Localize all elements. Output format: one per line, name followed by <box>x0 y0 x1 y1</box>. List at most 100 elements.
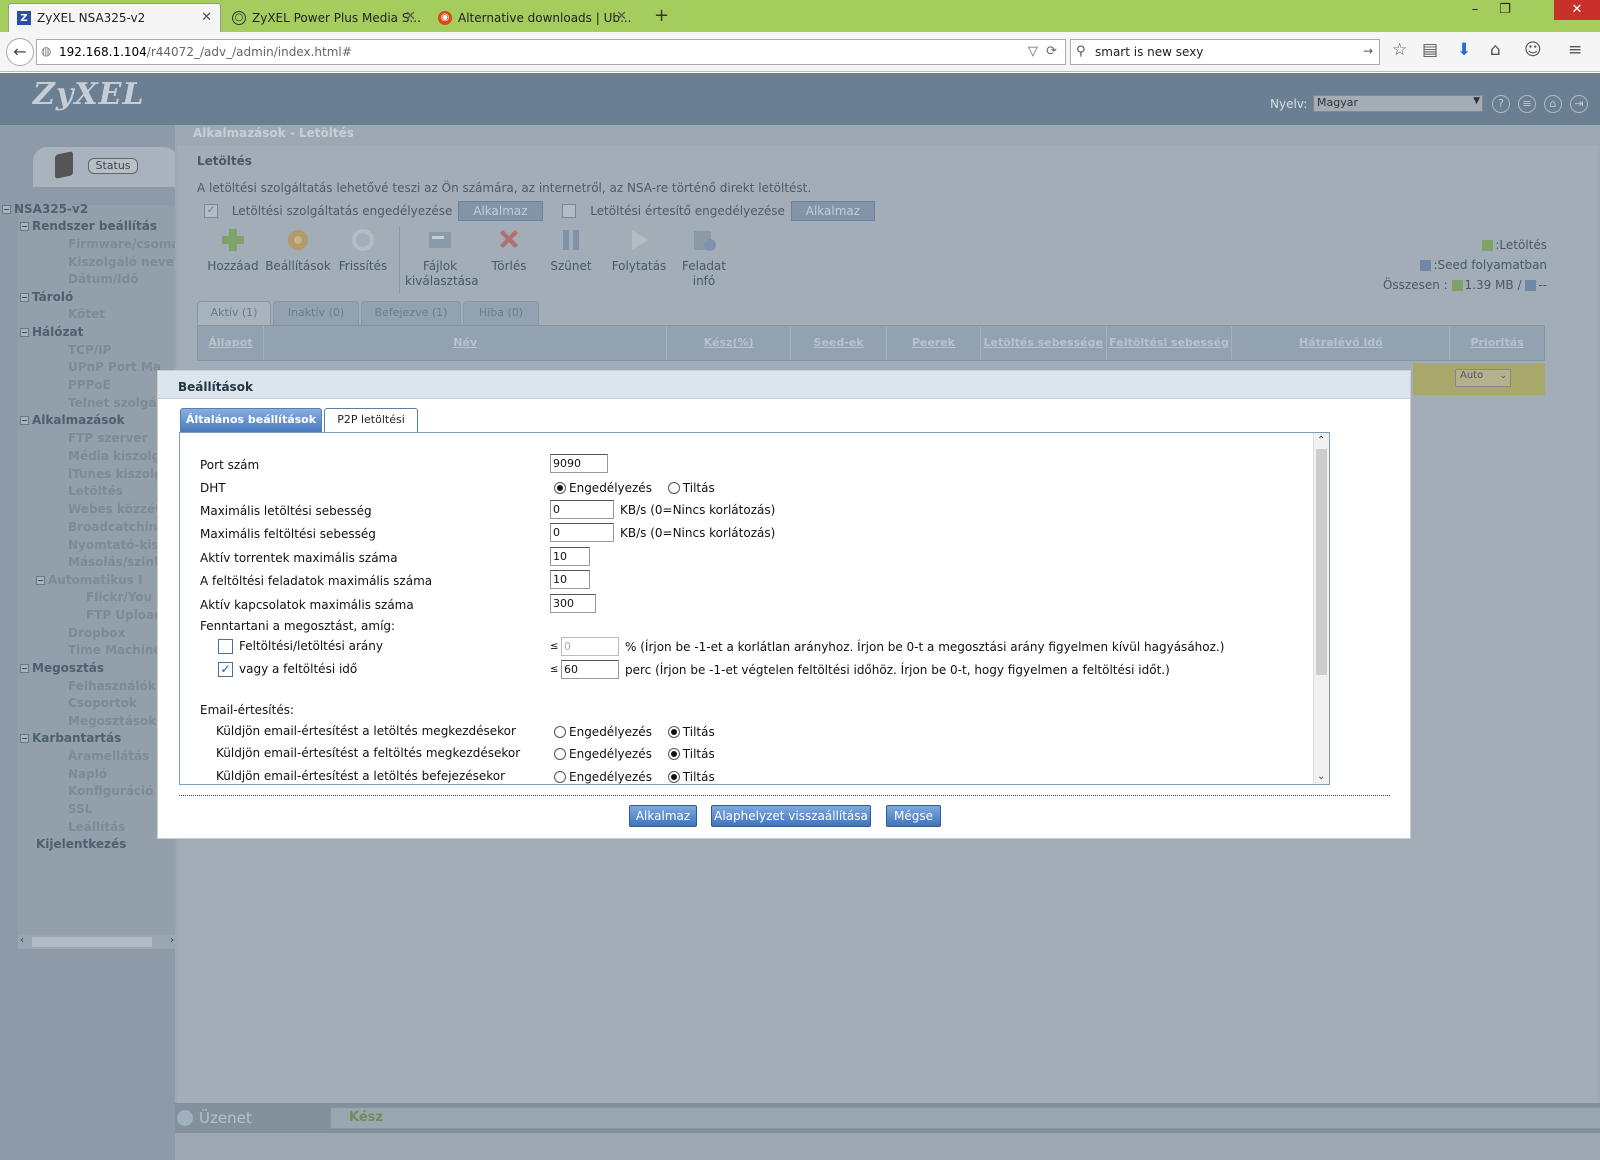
tree-item[interactable]: Kiszolgáló neve <box>68 255 178 269</box>
port-input[interactable]: 9090 <box>550 454 608 473</box>
tree-item[interactable]: − Hálózat <box>20 325 178 339</box>
browser-tab-zyxel[interactable]: Z ZyXEL NSA325-v2 ✕ <box>8 3 221 32</box>
email-download-done-enable-radio[interactable] <box>554 771 566 783</box>
reading-list-icon[interactable]: ▤ <box>1422 40 1438 60</box>
seed-time-checkbox[interactable]: ✓ <box>218 662 233 677</box>
collapse-icon[interactable]: − <box>2 205 11 214</box>
tree-item[interactable]: − Megosztás <box>20 661 178 675</box>
language-select[interactable]: Magyar ▼ <box>1313 95 1483 112</box>
scroll-left-icon[interactable]: ‹ <box>20 935 24 946</box>
reload-icon[interactable]: ▽ ⟳ <box>1028 44 1057 59</box>
collapse-icon[interactable]: − <box>36 576 45 585</box>
tree-item[interactable]: − NSA325-v2 <box>2 202 178 216</box>
search-input[interactable]: smart is new sexy <box>1095 45 1203 59</box>
dht-enable-radio[interactable] <box>554 482 566 494</box>
column-seeds[interactable]: Seed-ek <box>791 326 887 360</box>
close-tab-icon[interactable]: ✕ <box>616 9 627 24</box>
max-upload-input[interactable]: 0 <box>550 523 614 542</box>
list-icon[interactable]: ≡ <box>1518 95 1536 113</box>
cancel-button[interactable]: Mégse <box>886 805 941 827</box>
tree-item[interactable]: − Rendszer beállítás <box>20 219 178 233</box>
minimize-icon[interactable]: – <box>1460 2 1490 17</box>
logout-icon[interactable]: ⇥ <box>1570 95 1588 113</box>
settings-button[interactable]: Beállítások <box>265 227 331 274</box>
max-torrents-input[interactable]: 10 <box>550 547 590 566</box>
chat-icon[interactable]: ☺ <box>1524 40 1542 60</box>
tree-item[interactable]: Dátum/Idő <box>68 272 178 286</box>
bookmark-star-icon[interactable]: ☆ <box>1392 40 1407 60</box>
browser-tab-media[interactable]: ○ ZyXEL Power Plus Media S... ✕ <box>224 3 424 32</box>
tree-item[interactable]: TCP/IP <box>68 343 178 357</box>
tree-horizontal-scrollbar[interactable]: ‹ › <box>18 935 178 949</box>
tree-item[interactable]: − Alkalmazások <box>20 413 178 427</box>
tree-item[interactable]: Firmware/csoma <box>68 237 178 251</box>
column-remaining-time[interactable]: Hátralévő idő <box>1232 326 1451 360</box>
reset-defaults-button[interactable]: Alaphelyzet visszaállítása <box>711 805 871 827</box>
column-priority[interactable]: Prioritás <box>1450 326 1544 360</box>
column-status[interactable]: Állapot <box>198 326 264 360</box>
collapse-icon[interactable]: − <box>20 664 29 673</box>
seed-time-input[interactable]: 60 <box>561 660 619 679</box>
download-icon[interactable]: ⬇ <box>1457 40 1471 60</box>
collapse-icon[interactable]: − <box>20 293 29 302</box>
close-tab-icon[interactable]: ✕ <box>201 10 212 25</box>
resume-button[interactable]: Folytatás <box>611 227 667 274</box>
home-icon[interactable]: ⌂ <box>1544 95 1562 113</box>
add-button[interactable]: Hozzáad <box>205 227 261 274</box>
pause-button[interactable]: Szünet <box>549 227 593 274</box>
enable-notify-checkbox[interactable] <box>562 204 577 218</box>
tab-p2p-download[interactable]: P2P letöltési <box>324 408 418 433</box>
apply-service-button[interactable]: Alkalmaz <box>458 201 543 221</box>
search-go-icon[interactable]: → <box>1363 44 1373 58</box>
tree-item[interactable]: Kijelentkezés <box>36 837 178 851</box>
enable-service-checkbox[interactable]: ✓ <box>204 204 218 218</box>
home-icon[interactable]: ⌂ <box>1490 40 1501 60</box>
menu-icon[interactable]: ≡ <box>1568 40 1582 60</box>
max-connections-input[interactable]: 300 <box>550 594 596 613</box>
search-bar[interactable]: ⚲ smart is new sexy → <box>1070 39 1380 65</box>
email-upload-start-disable-radio[interactable] <box>667 748 680 760</box>
scroll-right-icon[interactable]: › <box>170 935 174 946</box>
column-name[interactable]: Név <box>264 326 668 360</box>
email-download-start-enable-radio[interactable] <box>554 726 566 738</box>
ratio-input[interactable]: 0 <box>561 637 619 656</box>
priority-select[interactable]: Auto ⌄ <box>1455 369 1511 387</box>
column-done[interactable]: Kész(%) <box>667 326 792 360</box>
scroll-up-icon[interactable]: ⌃ <box>1317 435 1325 446</box>
email-download-start-disable-radio[interactable] <box>667 726 680 738</box>
scroll-down-icon[interactable]: ⌄ <box>1317 771 1325 782</box>
form-scrollbar[interactable]: ⌃ ⌄ <box>1313 433 1329 784</box>
status-button[interactable]: Status <box>88 158 138 174</box>
tab-general-settings[interactable]: Általános beállítások <box>180 408 322 432</box>
dht-disable-radio[interactable] <box>667 482 680 494</box>
tree-item[interactable]: − Tároló <box>20 290 178 304</box>
delete-button[interactable]: Törlés <box>487 227 531 274</box>
tree-item[interactable]: Kötet <box>68 307 178 321</box>
email-upload-start-enable-radio[interactable] <box>554 748 566 760</box>
select-files-button[interactable]: Fájlok kiválasztása <box>405 227 479 289</box>
scroll-thumb[interactable] <box>1316 449 1327 675</box>
tab-error[interactable]: Hiba (0) <box>463 301 539 325</box>
max-upload-tasks-input[interactable]: 10 <box>550 570 590 589</box>
ratio-checkbox[interactable] <box>218 639 233 654</box>
task-info-button[interactable]: Feladat infó <box>679 227 729 289</box>
apply-notify-button[interactable]: Alkalmaz <box>790 201 876 221</box>
close-tab-icon[interactable]: ✕ <box>405 9 416 24</box>
scroll-thumb[interactable] <box>32 937 152 947</box>
column-upload-speed[interactable]: Feltöltési sebesség <box>1107 326 1233 360</box>
max-download-input[interactable]: 0 <box>550 500 614 519</box>
restore-icon[interactable]: ❐ <box>1490 2 1520 17</box>
collapse-icon[interactable]: − <box>20 734 29 743</box>
column-peers[interactable]: Peerek <box>887 326 981 360</box>
new-tab-icon[interactable]: + <box>654 5 669 26</box>
tab-inactive[interactable]: Inaktív (0) <box>273 301 359 325</box>
apply-button[interactable]: Alkalmaz <box>629 805 697 827</box>
tab-active[interactable]: Aktív (1) <box>197 301 271 325</box>
browser-tab-ubuntu[interactable]: ◉ Alternative downloads | Ub... ✕ <box>430 3 635 32</box>
window-close-icon[interactable]: ✕ <box>1554 0 1600 20</box>
collapse-icon[interactable]: − <box>20 416 29 425</box>
tree-item[interactable]: − Karbantartás <box>20 731 178 745</box>
email-download-done-disable-radio[interactable] <box>667 771 680 783</box>
help-icon[interactable]: ? <box>1492 95 1510 113</box>
tab-finished[interactable]: Befejezve (1) <box>361 301 461 325</box>
